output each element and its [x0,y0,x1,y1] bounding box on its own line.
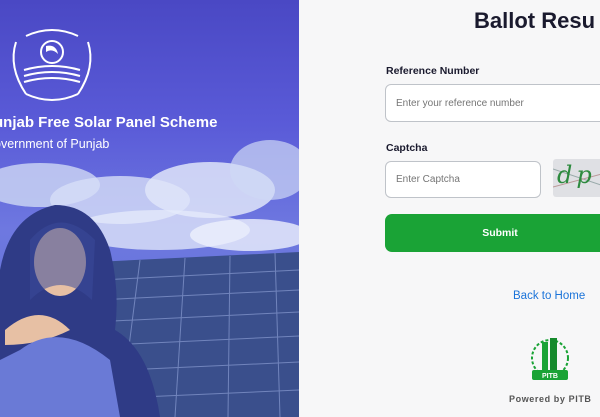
government-label: overnment of Punjab [0,137,110,151]
submit-button[interactable]: Submit [385,214,600,252]
punjab-emblem-icon [12,29,92,101]
captcha-text: dp [557,161,596,189]
captcha-label: Captcha [386,142,428,154]
captcha-image: dp [553,159,600,197]
scheme-title: unjab Free Solar Panel Scheme [0,114,218,131]
back-to-home-link[interactable]: Back to Home [513,290,585,302]
pitb-logo-text: PITB [542,373,558,380]
form-panel: Ballot Resu Reference Number Captcha dp … [299,0,600,417]
reference-label: Reference Number [386,65,480,77]
reference-number-input[interactable] [385,84,600,122]
hero-panel: unjab Free Solar Panel Scheme overnment … [0,0,299,417]
powered-by-text: Powered by PITB [509,394,592,404]
page-title: Ballot Resu [474,8,596,33]
captcha-input[interactable] [385,161,541,198]
pitb-logo-icon: PITB [531,338,569,380]
